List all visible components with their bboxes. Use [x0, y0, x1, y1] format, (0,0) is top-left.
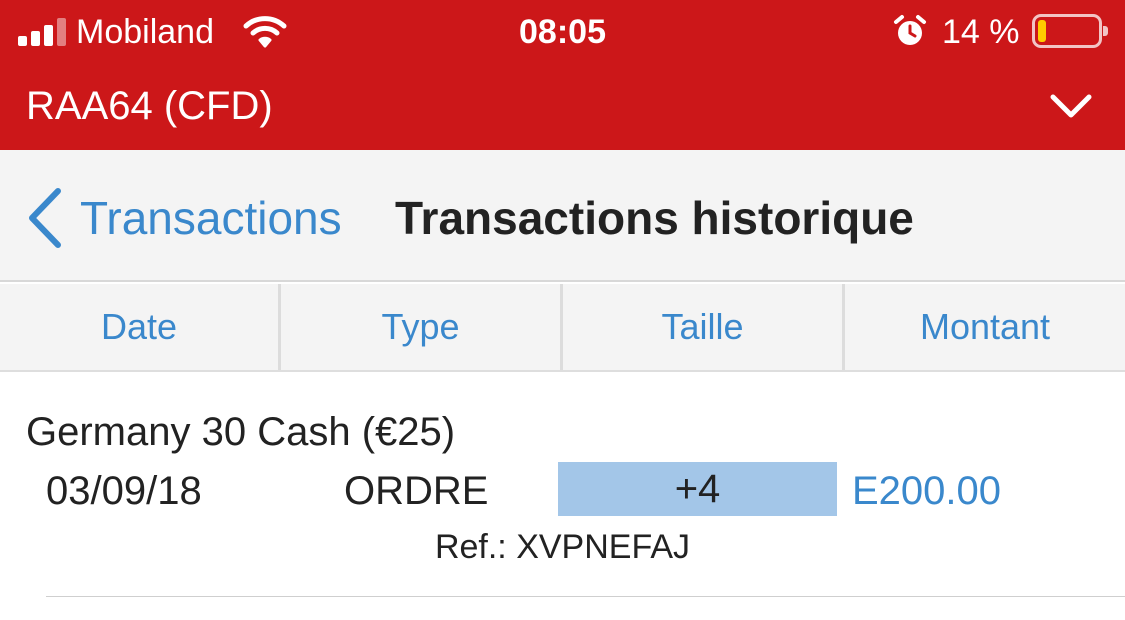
page-title: Transactions historique [395, 192, 914, 244]
alarm-icon [894, 15, 926, 45]
carrier-name: Mobiland [76, 13, 214, 51]
back-button[interactable]: Transactions [24, 188, 342, 248]
transaction-size: +4 [674, 467, 721, 511]
column-header-date[interactable]: Date [0, 284, 281, 370]
wifi-icon [243, 16, 287, 48]
battery-level [1038, 20, 1046, 42]
chevron-left-icon [29, 188, 61, 248]
chevron-down-icon[interactable] [1048, 88, 1094, 122]
row-divider [46, 596, 1125, 597]
transaction-amount: E200.00 [852, 469, 1002, 513]
app-header: Mobiland 08:05 14 % RAA64 (CFD) [0, 0, 1125, 150]
clock: 08:05 [519, 13, 606, 51]
navigation-bar: Transactions Transactions historique [0, 150, 1125, 282]
transaction-size-cell: +4 [558, 462, 837, 516]
column-header-type[interactable]: Type [281, 284, 563, 370]
signal-icon [18, 18, 70, 46]
back-label: Transactions [80, 192, 342, 244]
transaction-reference: Ref.: XVPNEFAJ [434, 528, 691, 566]
transaction-type: ORDRE [344, 469, 489, 513]
account-title[interactable]: RAA64 (CFD) [26, 82, 273, 130]
column-headers: Date Type Taille Montant [0, 284, 1125, 372]
battery-percent: 14 % [942, 13, 1020, 51]
status-bar: Mobiland 08:05 14 % [0, 0, 1125, 66]
battery-icon [1032, 14, 1108, 48]
column-header-amount[interactable]: Montant [845, 284, 1125, 370]
column-header-size[interactable]: Taille [563, 284, 845, 370]
transaction-date: 03/09/18 [46, 469, 202, 513]
instrument-name: Germany 30 Cash (€25) [26, 410, 456, 454]
